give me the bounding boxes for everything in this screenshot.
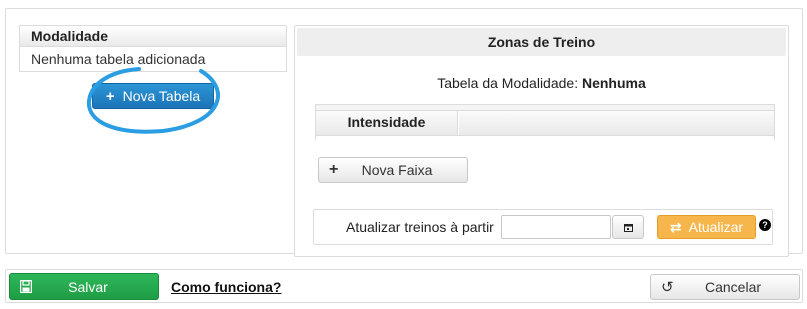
save-button[interactable]: Salvar <box>9 273 159 300</box>
intensity-table-body <box>316 135 774 140</box>
refresh-icon: ⇄ <box>669 218 682 235</box>
how-it-works-link[interactable]: Como funciona? <box>171 270 281 304</box>
update-button[interactable]: ⇄ Atualizar <box>657 215 756 239</box>
new-table-button[interactable]: + Nova Tabela <box>92 83 214 109</box>
update-button-label: Atualizar <box>688 219 744 235</box>
question-circle-icon[interactable]: ? <box>759 219 771 231</box>
update-workouts-label: Atualizar treinos à partir <box>346 219 494 235</box>
intensity-table: Intensidade <box>315 104 775 140</box>
training-zones-panel: Zonas de Treino Tabela da Modalidade: Ne… <box>294 25 789 257</box>
plus-icon: + <box>329 161 339 178</box>
modality-table-info: Tabela da Modalidade: Nenhuma <box>295 75 788 91</box>
floppy-disk-icon <box>20 280 32 293</box>
calendar-button[interactable] <box>612 215 644 239</box>
new-table-button-label: Nova Tabela <box>122 88 201 104</box>
save-button-label: Salvar <box>68 278 108 295</box>
undo-icon: ↺ <box>661 279 674 296</box>
intensity-table-topbar <box>316 105 774 111</box>
new-range-button[interactable]: + Nova Faixa <box>318 157 468 183</box>
new-range-button-label: Nova Faixa <box>361 162 433 178</box>
footer-bar: Salvar Como funciona? ↺ Cancelar <box>5 269 803 303</box>
training-zones-title: Zonas de Treino <box>297 28 786 56</box>
update-workouts-row: Atualizar treinos à partir ⇄ Atualizar ? <box>313 209 773 245</box>
cancel-button[interactable]: ↺ Cancelar <box>650 274 800 300</box>
modality-table: Modalidade Nenhuma tabela adicionada <box>19 25 287 72</box>
modality-table-label: Tabela da Modalidade: <box>437 75 579 91</box>
modality-table-value: Nenhuma <box>581 75 646 91</box>
update-date-input[interactable] <box>501 215 611 239</box>
main-panel: Modalidade Nenhuma tabela adicionada + N… <box>5 8 803 257</box>
empty-table-message: Nenhuma tabela adicionada <box>31 51 206 67</box>
calendar-icon <box>623 223 633 232</box>
cancel-button-label: Cancelar <box>704 279 762 295</box>
plus-icon: + <box>105 87 115 105</box>
modality-column-header: Modalidade <box>20 26 286 47</box>
